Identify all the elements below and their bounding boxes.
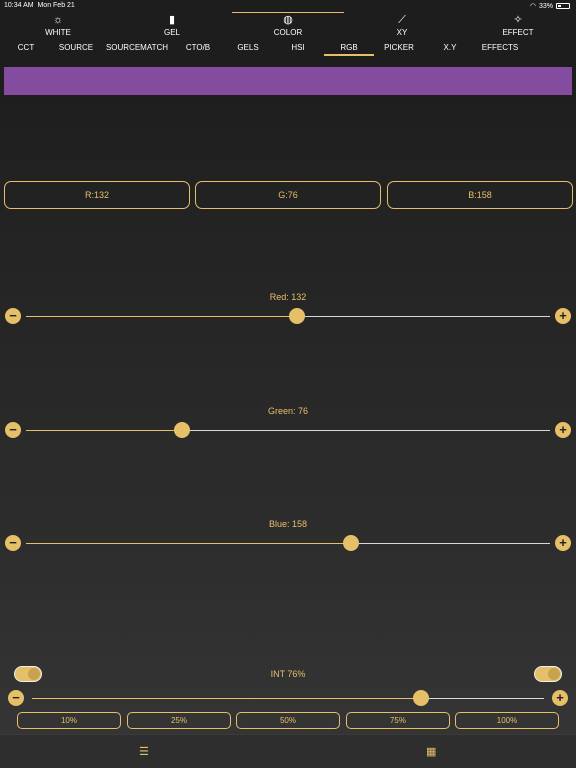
right-toggle-knob xyxy=(548,668,560,680)
intensity-slider-thumb[interactable] xyxy=(413,690,430,706)
wand-icon: ✧ xyxy=(513,14,523,26)
blue-slider-thumb[interactable] xyxy=(342,535,359,551)
tab-white-label: WHITE xyxy=(45,28,71,37)
red-plus-button[interactable]: + xyxy=(555,308,571,324)
tab-xy[interactable]: ⟋ XY xyxy=(362,12,442,40)
wifi-icon: ◠ xyxy=(529,3,536,10)
preset-25-button[interactable]: 25% xyxy=(127,712,231,729)
tab-color[interactable]: ◍ COLOR xyxy=(248,12,328,40)
top-tab-bar: ☼ WHITE ▮ GEL ◍ COLOR ⟋ XY ✧ EFFECT xyxy=(0,12,576,40)
intensity-label: INT 76% xyxy=(270,669,306,679)
subtab-source[interactable]: SOURCE xyxy=(54,42,98,56)
battery-percent: 33% xyxy=(538,2,553,10)
status-time-text: 10:34 AM xyxy=(4,2,34,9)
green-slider-track[interactable] xyxy=(26,422,550,438)
subtab-xy[interactable]: X.Y xyxy=(430,42,470,56)
subtab-hsi[interactable]: HSI xyxy=(278,42,318,56)
sun-icon: ☼ xyxy=(52,14,64,26)
battery-icon xyxy=(556,3,570,9)
subtab-gels[interactable]: GELS xyxy=(228,42,268,56)
gel-icon: ▮ xyxy=(168,14,176,26)
red-slider-track[interactable] xyxy=(26,308,550,324)
green-slider-fill xyxy=(26,430,183,431)
color-preview-swatch xyxy=(4,67,572,95)
green-slider-label: Green: 76 xyxy=(267,406,309,416)
subtab-ctob[interactable]: CTO/B xyxy=(178,42,218,56)
bottom-toolbar: ☰ ▦ xyxy=(0,734,576,768)
red-slider-fill xyxy=(26,316,298,317)
list-icon[interactable]: ☰ xyxy=(139,745,149,758)
tab-effect-label: EFFECT xyxy=(502,28,534,37)
subtab-cct[interactable]: CCT xyxy=(6,42,46,56)
calendar-icon[interactable]: ▦ xyxy=(426,745,436,758)
red-minus-button[interactable]: − xyxy=(5,308,21,324)
intensity-slider-fill xyxy=(32,698,422,699)
blue-minus-button[interactable]: − xyxy=(5,535,21,551)
sub-tab-bar: CCT SOURCE SOURCEMATCH CTO/B GELS HSI RG… xyxy=(0,42,576,56)
status-time: 10:34 AM Mon Feb 21 xyxy=(4,2,75,9)
status-date-text: Mon Feb 21 xyxy=(37,2,75,9)
red-slider-label: Red: 132 xyxy=(269,292,307,302)
green-slider-thumb[interactable] xyxy=(174,422,191,438)
palette-icon: ◍ xyxy=(283,14,293,26)
tab-gel[interactable]: ▮ GEL xyxy=(132,12,212,40)
intensity-plus-button[interactable]: + xyxy=(552,690,568,706)
blue-plus-button[interactable]: + xyxy=(555,535,571,551)
right-toggle[interactable] xyxy=(534,666,562,682)
tab-white[interactable]: ☼ WHITE xyxy=(18,12,98,40)
tab-gel-label: GEL xyxy=(163,28,180,37)
green-plus-button[interactable]: + xyxy=(555,422,571,438)
subtab-effects[interactable]: EFFECTS xyxy=(478,42,522,56)
top-tab-indicator xyxy=(232,12,344,13)
subtab-rgb[interactable]: RGB xyxy=(324,42,374,56)
status-right: ◠ 33% xyxy=(530,2,570,10)
green-value-box[interactable]: G:76 xyxy=(195,181,381,209)
chart-icon: ⟋ xyxy=(398,14,406,26)
blue-slider-label: Blue: 158 xyxy=(268,519,308,529)
status-bar: 10:34 AM Mon Feb 21 ◠ 33% xyxy=(0,0,576,12)
tab-effect[interactable]: ✧ EFFECT xyxy=(478,12,558,40)
green-minus-button[interactable]: − xyxy=(5,422,21,438)
tab-color-label: COLOR xyxy=(273,28,303,37)
subtab-sourcematch[interactable]: SOURCEMATCH xyxy=(102,42,172,56)
blue-slider-fill xyxy=(26,543,351,544)
subtab-picker[interactable]: PICKER xyxy=(378,42,420,56)
blue-slider-track[interactable] xyxy=(26,535,550,551)
preset-100-button[interactable]: 100% xyxy=(455,712,559,729)
preset-50-button[interactable]: 50% xyxy=(236,712,340,729)
red-slider-thumb[interactable] xyxy=(289,308,306,324)
blue-value-box[interactable]: B:158 xyxy=(387,181,573,209)
preset-75-button[interactable]: 75% xyxy=(346,712,450,729)
preset-10-button[interactable]: 10% xyxy=(17,712,121,729)
tab-xy-label: XY xyxy=(396,28,408,37)
red-value-box[interactable]: R:132 xyxy=(4,181,190,209)
intensity-slider-track[interactable] xyxy=(32,690,544,706)
intensity-minus-button[interactable]: − xyxy=(8,690,24,706)
